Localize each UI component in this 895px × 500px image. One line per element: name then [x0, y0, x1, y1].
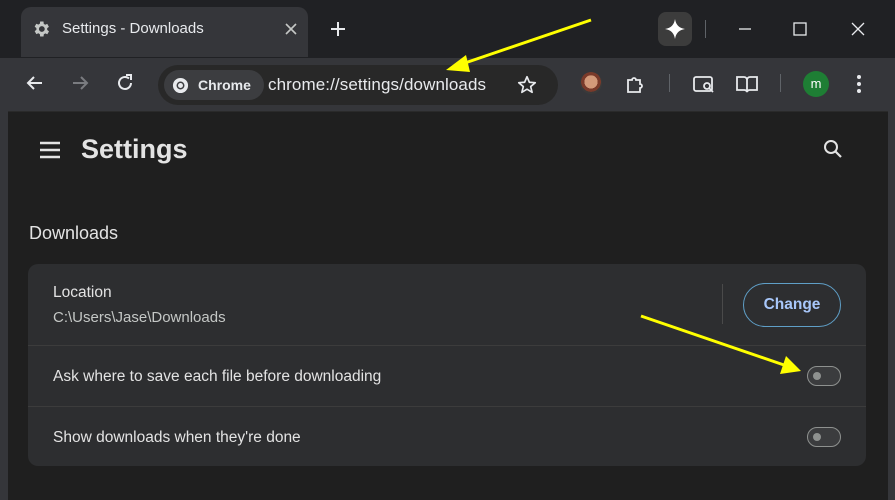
maximize-icon[interactable]: [791, 20, 809, 38]
separator: [669, 74, 670, 92]
menu-icon[interactable]: [38, 138, 62, 162]
avatar[interactable]: m: [803, 71, 829, 97]
window-frame: [0, 58, 8, 500]
location-path: C:\Users\Jase\Downloads: [53, 309, 226, 326]
page-title: Settings: [81, 134, 188, 164]
extension-icon[interactable]: [580, 72, 602, 94]
location-label: Location: [53, 284, 112, 301]
chip-label: Chrome: [198, 77, 251, 93]
url-text[interactable]: chrome://settings/downloads: [268, 75, 486, 95]
change-location-button[interactable]: Change: [743, 283, 841, 327]
toolbar: Chrome chrome://settings/downloads m: [0, 58, 895, 112]
downloads-settings-card: Location C:\Users\Jase\Downloads Change …: [28, 264, 866, 466]
site-info-chip[interactable]: Chrome: [164, 70, 264, 100]
separator: [780, 74, 781, 92]
show-downloads-label: Show downloads when they're done: [53, 429, 301, 446]
window-frame: [888, 58, 895, 500]
title-bar: Settings - Downloads: [0, 0, 895, 58]
reading-mode-icon[interactable]: [735, 72, 759, 96]
location-row: Location C:\Users\Jase\Downloads Change: [28, 264, 866, 345]
chrome-logo-icon: [172, 77, 189, 94]
tab-settings-downloads[interactable]: Settings - Downloads: [21, 7, 308, 57]
search-tabs-icon[interactable]: [692, 72, 716, 96]
forward-icon[interactable]: [69, 72, 91, 94]
ask-where-toggle[interactable]: [807, 366, 841, 386]
more-vert-icon[interactable]: [847, 72, 871, 96]
ask-where-label: Ask where to save each file before downl…: [53, 368, 382, 385]
separator: [705, 20, 706, 38]
back-icon[interactable]: [24, 72, 46, 94]
section-title: Downloads: [29, 223, 119, 243]
toggle-knob: [813, 433, 821, 441]
settings-page: Settings Downloads Location C:\Users\Jas…: [8, 113, 888, 500]
close-window-icon[interactable]: [849, 20, 867, 38]
close-icon[interactable]: [283, 21, 299, 37]
toggle-knob: [813, 372, 821, 380]
gear-icon: [34, 21, 49, 37]
star-icon[interactable]: [516, 74, 538, 96]
address-bar[interactable]: Chrome chrome://settings/downloads: [158, 65, 558, 105]
show-downloads-toggle[interactable]: [807, 427, 841, 447]
ai-assistant-button[interactable]: [658, 12, 692, 46]
tab-title: Settings - Downloads: [62, 20, 204, 37]
minimize-icon[interactable]: [736, 20, 754, 38]
puzzle-icon[interactable]: [623, 72, 647, 96]
ask-where-row[interactable]: Ask where to save each file before downl…: [28, 345, 866, 406]
reload-icon[interactable]: [114, 72, 136, 94]
divider: [722, 284, 723, 324]
search-icon[interactable]: [821, 137, 845, 161]
show-downloads-row[interactable]: Show downloads when they're done: [28, 406, 866, 466]
plus-icon[interactable]: [327, 18, 349, 40]
sparkle-icon: [665, 19, 685, 39]
